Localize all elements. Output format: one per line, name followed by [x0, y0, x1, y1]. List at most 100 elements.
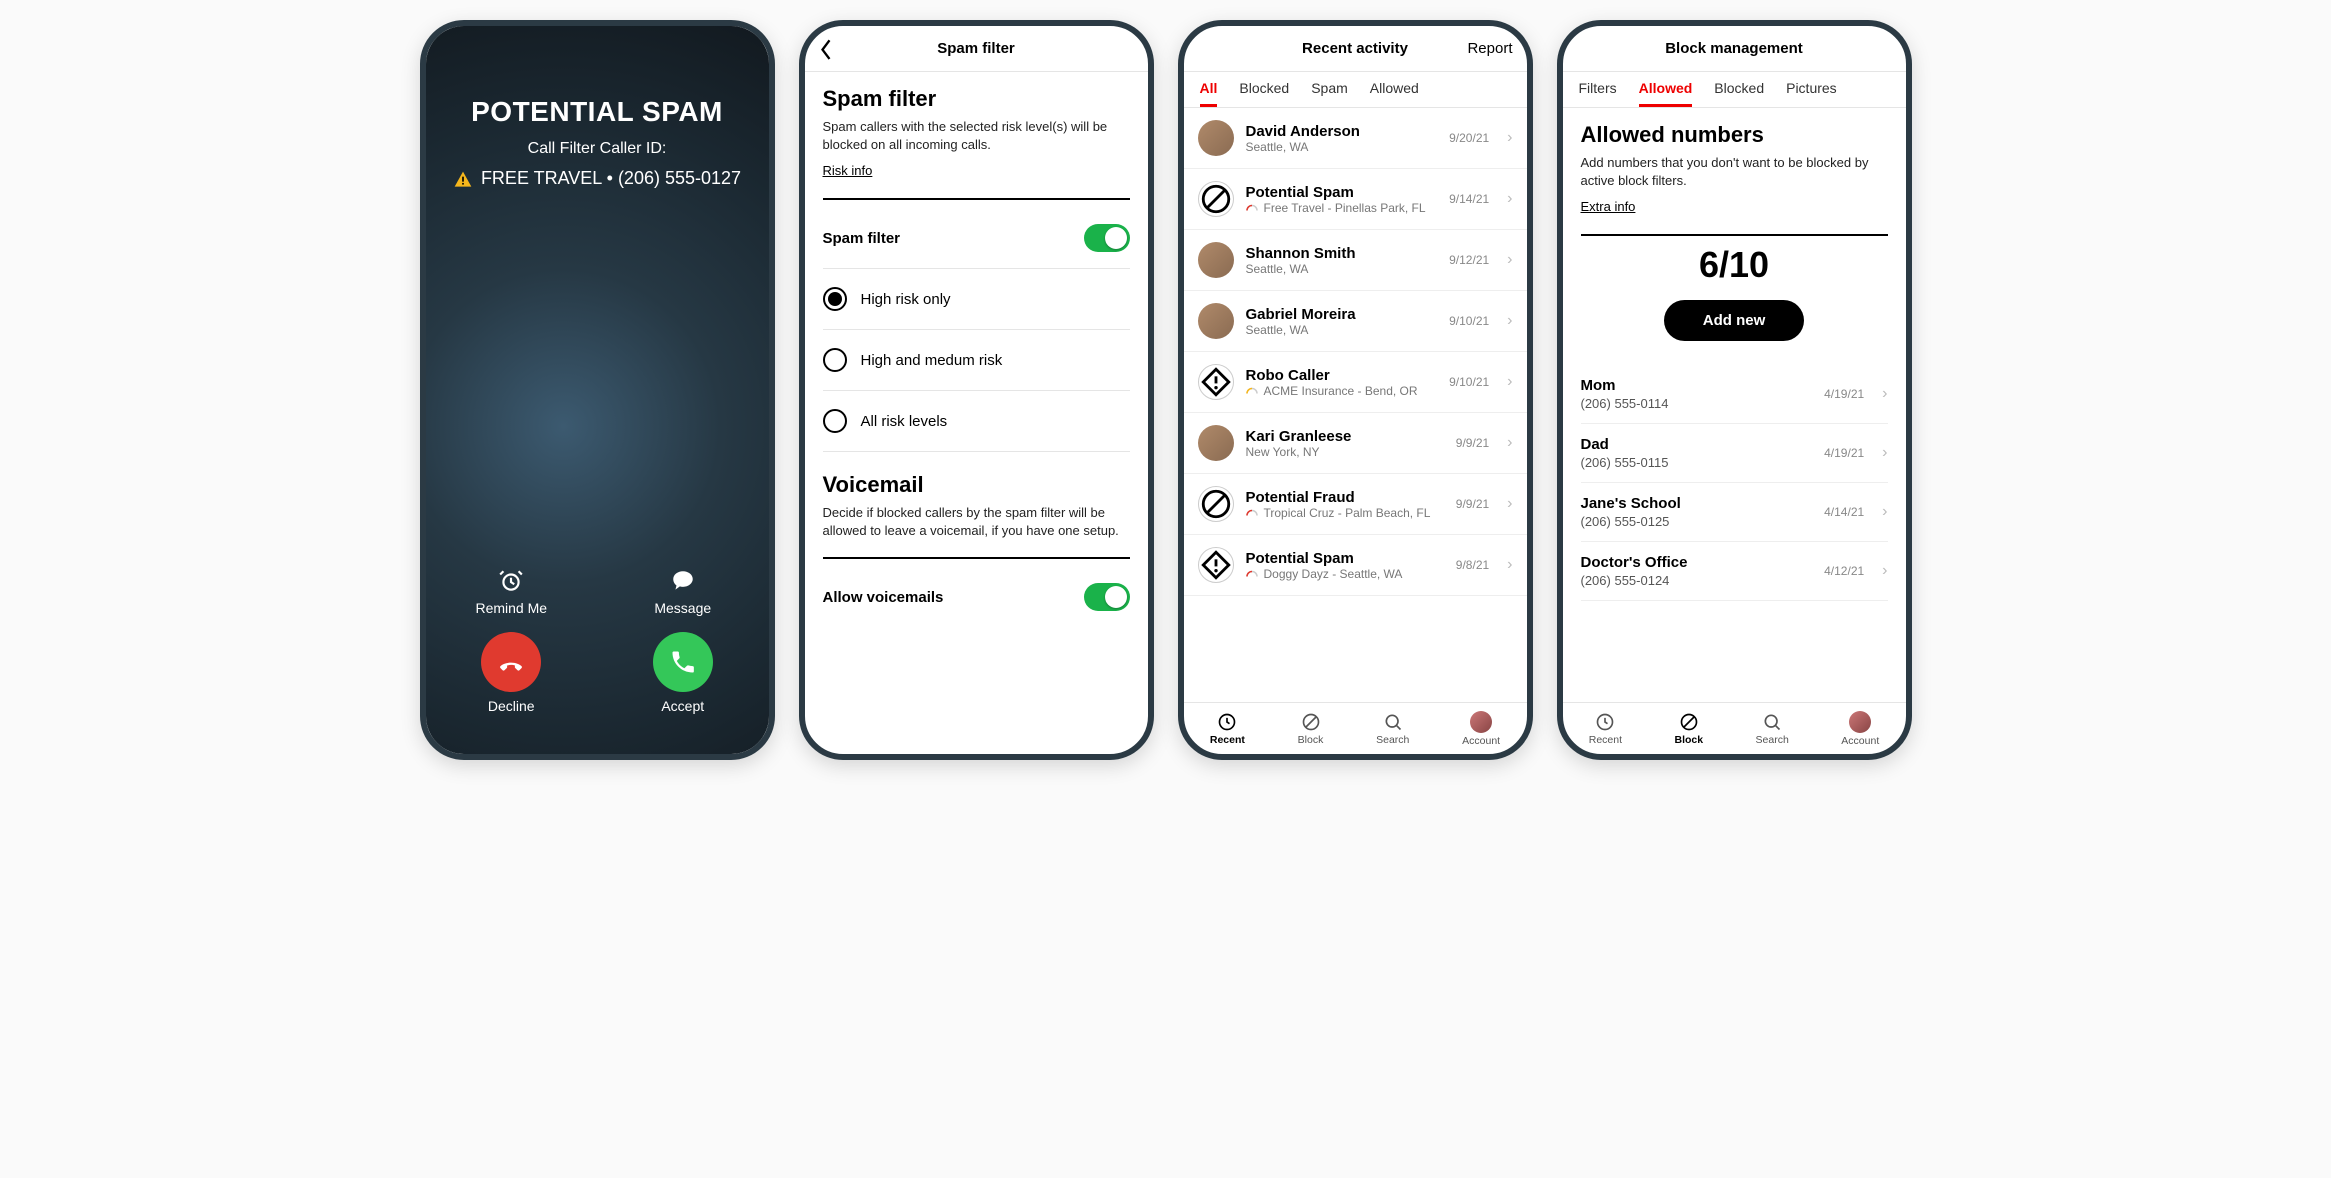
report-button[interactable]: Report [1467, 40, 1512, 57]
allow-voicemail-row: Allow voicemails [823, 567, 1130, 627]
activity-info: Shannon Smith Seattle, WA [1246, 245, 1438, 276]
chevron-right-icon: › [1507, 312, 1512, 330]
risk-option-1[interactable]: High and medum risk [823, 330, 1130, 391]
tab-allowed[interactable]: Allowed [1639, 80, 1693, 107]
bottom-tab-recent[interactable]: Recent [1210, 712, 1245, 746]
activity-item[interactable]: Robo Caller ACME Insurance - Bend, OR 9/… [1184, 352, 1527, 413]
bottom-tab-label: Recent [1589, 734, 1622, 746]
activity-item[interactable]: Shannon Smith Seattle, WA 9/12/21 › [1184, 230, 1527, 291]
allowed-item[interactable]: Jane's School (206) 555-0125 4/14/21 › [1581, 483, 1888, 542]
tab-pictures[interactable]: Pictures [1786, 80, 1837, 107]
warning-icon [1199, 365, 1233, 399]
account-avatar-icon [1849, 711, 1871, 733]
activity-item[interactable]: David Anderson Seattle, WA 9/20/21 › [1184, 108, 1527, 169]
allowed-list: Mom (206) 555-0114 4/19/21 › Dad (206) 5… [1581, 365, 1888, 601]
bottom-tab-label: Search [1756, 734, 1789, 746]
phone-icon [669, 648, 697, 676]
chevron-right-icon: › [1882, 562, 1887, 580]
activity-item[interactable]: Gabriel Moreira Seattle, WA 9/10/21 › [1184, 291, 1527, 352]
allowed-item[interactable]: Doctor's Office (206) 555-0124 4/12/21 › [1581, 542, 1888, 601]
message-label: Message [654, 600, 711, 616]
activity-name: Gabriel Moreira [1246, 306, 1438, 323]
bottom-tab-recent[interactable]: Recent [1589, 712, 1622, 746]
allowed-counter: 6/10 [1581, 244, 1888, 286]
activity-sub: Seattle, WA [1246, 140, 1438, 154]
remind-me-button[interactable]: Remind Me [475, 568, 547, 616]
bottom-tab-block[interactable]: Block [1674, 712, 1703, 746]
activity-info: Robo Caller ACME Insurance - Bend, OR [1246, 367, 1438, 398]
add-new-button[interactable]: Add new [1664, 300, 1804, 341]
tab-blocked[interactable]: Blocked [1714, 80, 1764, 107]
activity-sub: New York, NY [1246, 445, 1444, 459]
caller-id-text: FREE TRAVEL • (206) 555-0127 [481, 168, 741, 189]
bottom-nav: Recent Block Search Account [1184, 702, 1527, 754]
bottom-tab-label: Search [1376, 734, 1409, 746]
activity-sub: Seattle, WA [1246, 262, 1438, 276]
chevron-right-icon: › [1507, 251, 1512, 269]
message-button[interactable]: Message [654, 568, 711, 616]
allowed-name: Mom [1581, 377, 1813, 394]
allowed-number: (206) 555-0125 [1581, 514, 1813, 529]
allowed-date: 4/12/21 [1824, 564, 1864, 578]
bottom-nav: Recent Block Search Account [1563, 702, 1906, 754]
tab-blocked[interactable]: Blocked [1239, 80, 1289, 107]
call-spam-title: POTENTIAL SPAM [471, 96, 723, 128]
avatar [1198, 425, 1234, 461]
decline-button[interactable]: Decline [481, 632, 541, 714]
activity-sub: Free Travel - Pinellas Park, FL [1246, 201, 1438, 215]
accept-label: Accept [661, 698, 704, 714]
spam-section-desc: Spam callers with the selected risk leve… [823, 118, 1130, 153]
allow-voicemail-toggle[interactable] [1084, 583, 1130, 611]
spam-filter-toggle[interactable] [1084, 224, 1130, 252]
bottom-tab-search[interactable]: Search [1756, 712, 1789, 746]
avatar [1198, 120, 1234, 156]
chevron-right-icon: › [1507, 495, 1512, 513]
risk-option-0[interactable]: High risk only [823, 269, 1130, 330]
chevron-right-icon: › [1507, 373, 1512, 391]
spam-icon [1198, 547, 1234, 583]
bottom-tab-label: Recent [1210, 734, 1245, 746]
back-button[interactable] [819, 38, 833, 60]
topbar: Recent activity Report [1184, 26, 1527, 72]
bottom-tab-account[interactable]: Account [1462, 711, 1500, 747]
allowed-item[interactable]: Mom (206) 555-0114 4/19/21 › [1581, 365, 1888, 424]
bottom-tab-search[interactable]: Search [1376, 712, 1409, 746]
bottom-tab-block[interactable]: Block [1298, 712, 1324, 746]
tab-spam[interactable]: Spam [1311, 80, 1348, 107]
tab-all[interactable]: All [1200, 80, 1218, 107]
tab-allowed[interactable]: Allowed [1370, 80, 1419, 107]
extra-info-link[interactable]: Extra info [1581, 199, 1636, 214]
spam-filter-screen: Spam filter Spam filter Spam callers wit… [805, 26, 1148, 754]
allowed-date: 4/19/21 [1824, 446, 1864, 460]
bottom-tab-account[interactable]: Account [1841, 711, 1879, 747]
activity-item[interactable]: Potential Spam Free Travel - Pinellas Pa… [1184, 169, 1527, 230]
chevron-left-icon [819, 38, 833, 61]
activity-item[interactable]: Kari Granleese New York, NY 9/9/21 › [1184, 413, 1527, 474]
allowed-date: 4/19/21 [1824, 387, 1864, 401]
activity-info: Potential Spam Doggy Dayz - Seattle, WA [1246, 550, 1444, 581]
activity-sub: Seattle, WA [1246, 323, 1438, 337]
activity-date: 9/20/21 [1449, 131, 1489, 145]
allowed-item[interactable]: Dad (206) 555-0115 4/19/21 › [1581, 424, 1888, 483]
risk-option-2[interactable]: All risk levels [823, 391, 1130, 452]
activity-item[interactable]: Potential Spam Doggy Dayz - Seattle, WA … [1184, 535, 1527, 596]
activity-item[interactable]: Potential Fraud Tropical Cruz - Palm Bea… [1184, 474, 1527, 535]
chevron-right-icon: › [1882, 385, 1887, 403]
allowed-date: 4/14/21 [1824, 505, 1864, 519]
spam-icon [1198, 181, 1234, 217]
risk-info-link[interactable]: Risk info [823, 163, 873, 178]
phone-block-management: Block management Filters Allowed Blocked Pi… [1557, 20, 1912, 760]
topbar-title: Block management [1665, 40, 1803, 57]
spam-blocked-icon [1199, 487, 1233, 521]
accept-button[interactable]: Accept [653, 632, 713, 714]
spam-icon [1198, 486, 1234, 522]
risk-gauge-icon [1246, 507, 1258, 519]
allowed-name: Jane's School [1581, 495, 1813, 512]
spam-blocked-icon [1199, 182, 1233, 216]
risk-option-label: High and medum risk [861, 352, 1003, 369]
voicemail-title: Voicemail [823, 472, 1130, 498]
chevron-right-icon: › [1507, 434, 1512, 452]
tab-filters[interactable]: Filters [1579, 80, 1617, 107]
avatar [1198, 303, 1234, 339]
allowed-desc: Add numbers that you don't want to be bl… [1581, 154, 1888, 189]
